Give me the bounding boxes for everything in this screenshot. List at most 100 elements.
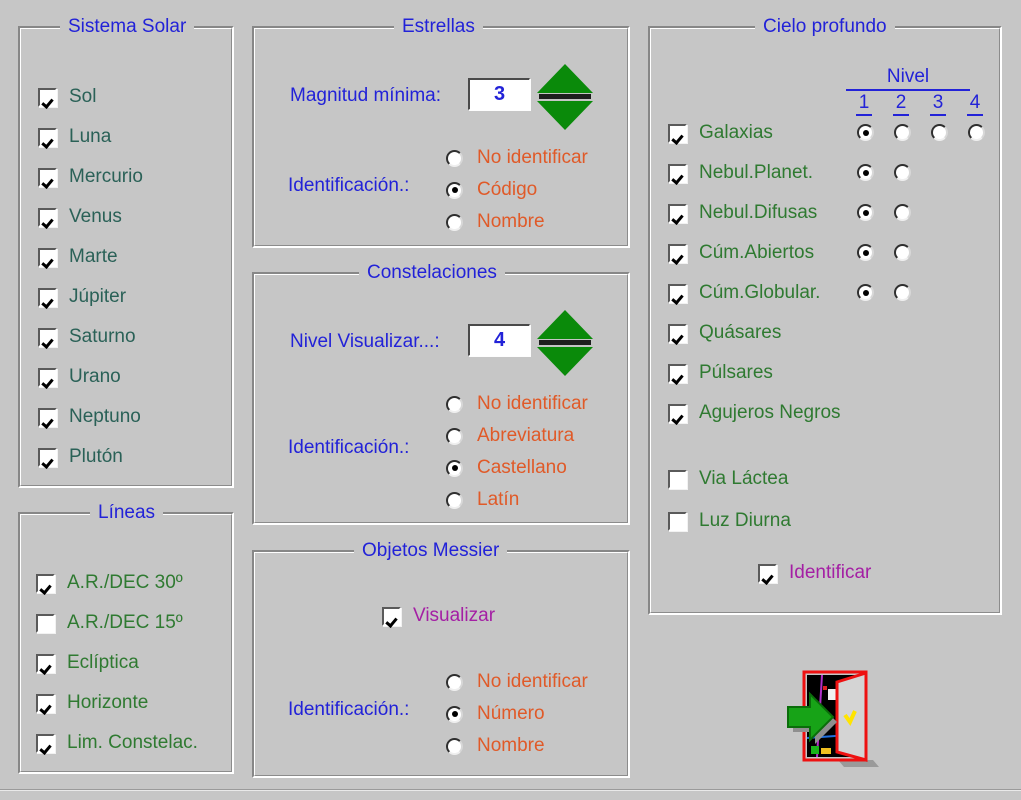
solar-item-8-row[interactable]: Neptuno [38, 406, 141, 428]
solar-item-2-row[interactable]: Mercurio [38, 166, 143, 188]
solar-item-8-checkbox[interactable] [38, 407, 57, 427]
constelaciones-ident-2-radio[interactable] [446, 459, 463, 477]
constelaciones-ident-1-radio[interactable] [446, 427, 463, 445]
cielo-item-4-nivel-1-radio[interactable] [857, 284, 874, 301]
cielo-item-0-row[interactable]: Galaxias [668, 122, 773, 144]
spinner-down-icon[interactable] [537, 101, 593, 130]
cielo-extra-0-row[interactable]: Via Láctea [668, 468, 788, 490]
nivel-visualizar-input[interactable]: 4 [468, 324, 530, 356]
cielo-item-1-row[interactable]: Nebul.Planet. [668, 162, 813, 184]
cielo-item-6-row[interactable]: Púlsares [668, 362, 773, 384]
cielo-item-4-checkbox[interactable] [668, 283, 687, 303]
cielo-item-1-nivel-2-radio[interactable] [894, 164, 911, 181]
lineas-item-4-row[interactable]: Lim. Constelac. [36, 732, 198, 754]
cielo-item-0-nivel-1-radio[interactable] [857, 124, 874, 141]
lineas-item-2-checkbox[interactable] [36, 653, 55, 673]
cielo-item-0-nivel-2-radio[interactable] [894, 124, 911, 141]
messier-visualizar-checkbox[interactable] [382, 606, 401, 626]
solar-item-5-label: Júpiter [69, 286, 127, 307]
solar-item-5-checkbox[interactable] [38, 287, 57, 307]
constelaciones-ident-0-radio[interactable] [446, 395, 463, 413]
solar-item-6-row[interactable]: Saturno [38, 326, 136, 348]
solar-item-1-row[interactable]: Luna [38, 126, 111, 148]
solar-item-6-checkbox[interactable] [38, 327, 57, 347]
cielo-item-2-nivel-1-radio[interactable] [857, 204, 874, 221]
lineas-item-1-row[interactable]: A.R./DEC 15º [36, 612, 183, 634]
constelaciones-ident-1-row[interactable]: Abreviatura [446, 425, 574, 447]
cielo-item-0-nivel-3-radio[interactable] [931, 124, 948, 141]
cielo-identificar-checkbox[interactable] [758, 563, 777, 583]
solar-item-3-row[interactable]: Venus [38, 206, 122, 228]
lineas-item-4-checkbox[interactable] [36, 733, 55, 753]
cielo-item-2-row[interactable]: Nebul.Difusas [668, 202, 817, 224]
lineas-item-3-row[interactable]: Horizonte [36, 692, 148, 714]
solar-item-3-label: Venus [69, 206, 122, 227]
cielo-item-3-checkbox[interactable] [668, 243, 687, 263]
lineas-item-3-checkbox[interactable] [36, 693, 55, 713]
solar-item-3-checkbox[interactable] [38, 207, 57, 227]
cielo-extra-1-row[interactable]: Luz Diurna [668, 510, 791, 532]
cielo-item-1-nivel-1-radio[interactable] [857, 164, 874, 181]
solar-item-0-checkbox[interactable] [38, 87, 57, 107]
messier-ident-0-row[interactable]: No identificar [446, 671, 588, 693]
estrellas-ident-0-row[interactable]: No identificar [446, 147, 588, 169]
constelaciones-ident-0-row[interactable]: No identificar [446, 393, 588, 415]
cielo-item-4-row[interactable]: Cúm.Globular. [668, 282, 820, 304]
solar-item-7-row[interactable]: Urano [38, 366, 121, 388]
solar-item-5-row[interactable]: Júpiter [38, 286, 126, 308]
messier-ident-2-row[interactable]: Nombre [446, 735, 545, 757]
solar-item-9-checkbox[interactable] [38, 447, 57, 467]
estrellas-ident-1-row[interactable]: Código [446, 179, 537, 201]
messier-ident-0-radio[interactable] [446, 673, 463, 691]
cielo-item-3-nivel-2-radio[interactable] [894, 244, 911, 261]
estrellas-ident-1-radio[interactable] [446, 181, 463, 199]
lineas-item-0-checkbox[interactable] [36, 573, 55, 593]
messier-ident-1-radio[interactable] [446, 705, 463, 723]
spinner-down-icon[interactable] [537, 347, 593, 376]
cielo-item-4-nivel-2-radio[interactable] [894, 284, 911, 301]
spinner-up-icon[interactable] [537, 64, 593, 93]
cielo-item-2-nivel-2-radio[interactable] [894, 204, 911, 221]
messier-ident-1-row[interactable]: Número [446, 703, 545, 725]
lineas-item-1-checkbox[interactable] [36, 613, 55, 633]
constelaciones-ident-3-row[interactable]: Latín [446, 489, 519, 511]
cielo-item-2-checkbox[interactable] [668, 203, 687, 223]
cielo-item-6-checkbox[interactable] [668, 363, 687, 383]
cielo-item-7-row[interactable]: Agujeros Negros [668, 402, 841, 424]
lineas-item-0-row[interactable]: A.R./DEC 30º [36, 572, 183, 594]
exit-door-arrow-icon[interactable] [775, 660, 885, 770]
cielo-item-3-row[interactable]: Cúm.Abiertos [668, 242, 814, 264]
cielo-extra-1-checkbox[interactable] [668, 511, 687, 531]
estrellas-ident-0-radio[interactable] [446, 149, 463, 167]
messier-ident-2-radio[interactable] [446, 737, 463, 755]
cielo-identificar-checkbox-row[interactable]: Identificar [758, 562, 871, 584]
cielo-item-5-row[interactable]: Quásares [668, 322, 781, 344]
solar-item-2-checkbox[interactable] [38, 167, 57, 187]
lineas-item-0-label: A.R./DEC 30º [67, 572, 183, 593]
solar-item-9-row[interactable]: Plutón [38, 446, 123, 468]
solar-item-7-checkbox[interactable] [38, 367, 57, 387]
cielo-item-7-checkbox[interactable] [668, 403, 687, 423]
estrellas-ident-2-radio[interactable] [446, 213, 463, 231]
group-title-estrellas: Estrellas [394, 16, 483, 38]
constelaciones-ident-3-radio[interactable] [446, 491, 463, 509]
spinner-up-icon[interactable] [537, 310, 593, 339]
cielo-item-0-checkbox[interactable] [668, 123, 687, 143]
cielo-item-1-checkbox[interactable] [668, 163, 687, 183]
solar-item-0-row[interactable]: Sol [38, 86, 96, 108]
solar-item-4-checkbox[interactable] [38, 247, 57, 267]
cielo-item-0-nivel-4-radio[interactable] [968, 124, 985, 141]
magnitude-input[interactable]: 3 [468, 78, 530, 110]
cielo-item-3-nivel-1-radio[interactable] [857, 244, 874, 261]
messier-visualizar-checkbox-row[interactable]: Visualizar [382, 605, 495, 627]
constelaciones-ident-2-row[interactable]: Castellano [446, 457, 567, 479]
cielo-item-5-checkbox[interactable] [668, 323, 687, 343]
lineas-item-2-row[interactable]: Eclíptica [36, 652, 139, 674]
magnitude-spinner[interactable] [537, 64, 593, 130]
solar-item-1-checkbox[interactable] [38, 127, 57, 147]
cielo-extra-0-checkbox[interactable] [668, 469, 687, 489]
nivel-spinner[interactable] [537, 310, 593, 376]
estrellas-ident-2-row[interactable]: Nombre [446, 211, 545, 233]
solar-item-4-row[interactable]: Marte [38, 246, 118, 268]
exit-icon[interactable] [775, 660, 885, 770]
